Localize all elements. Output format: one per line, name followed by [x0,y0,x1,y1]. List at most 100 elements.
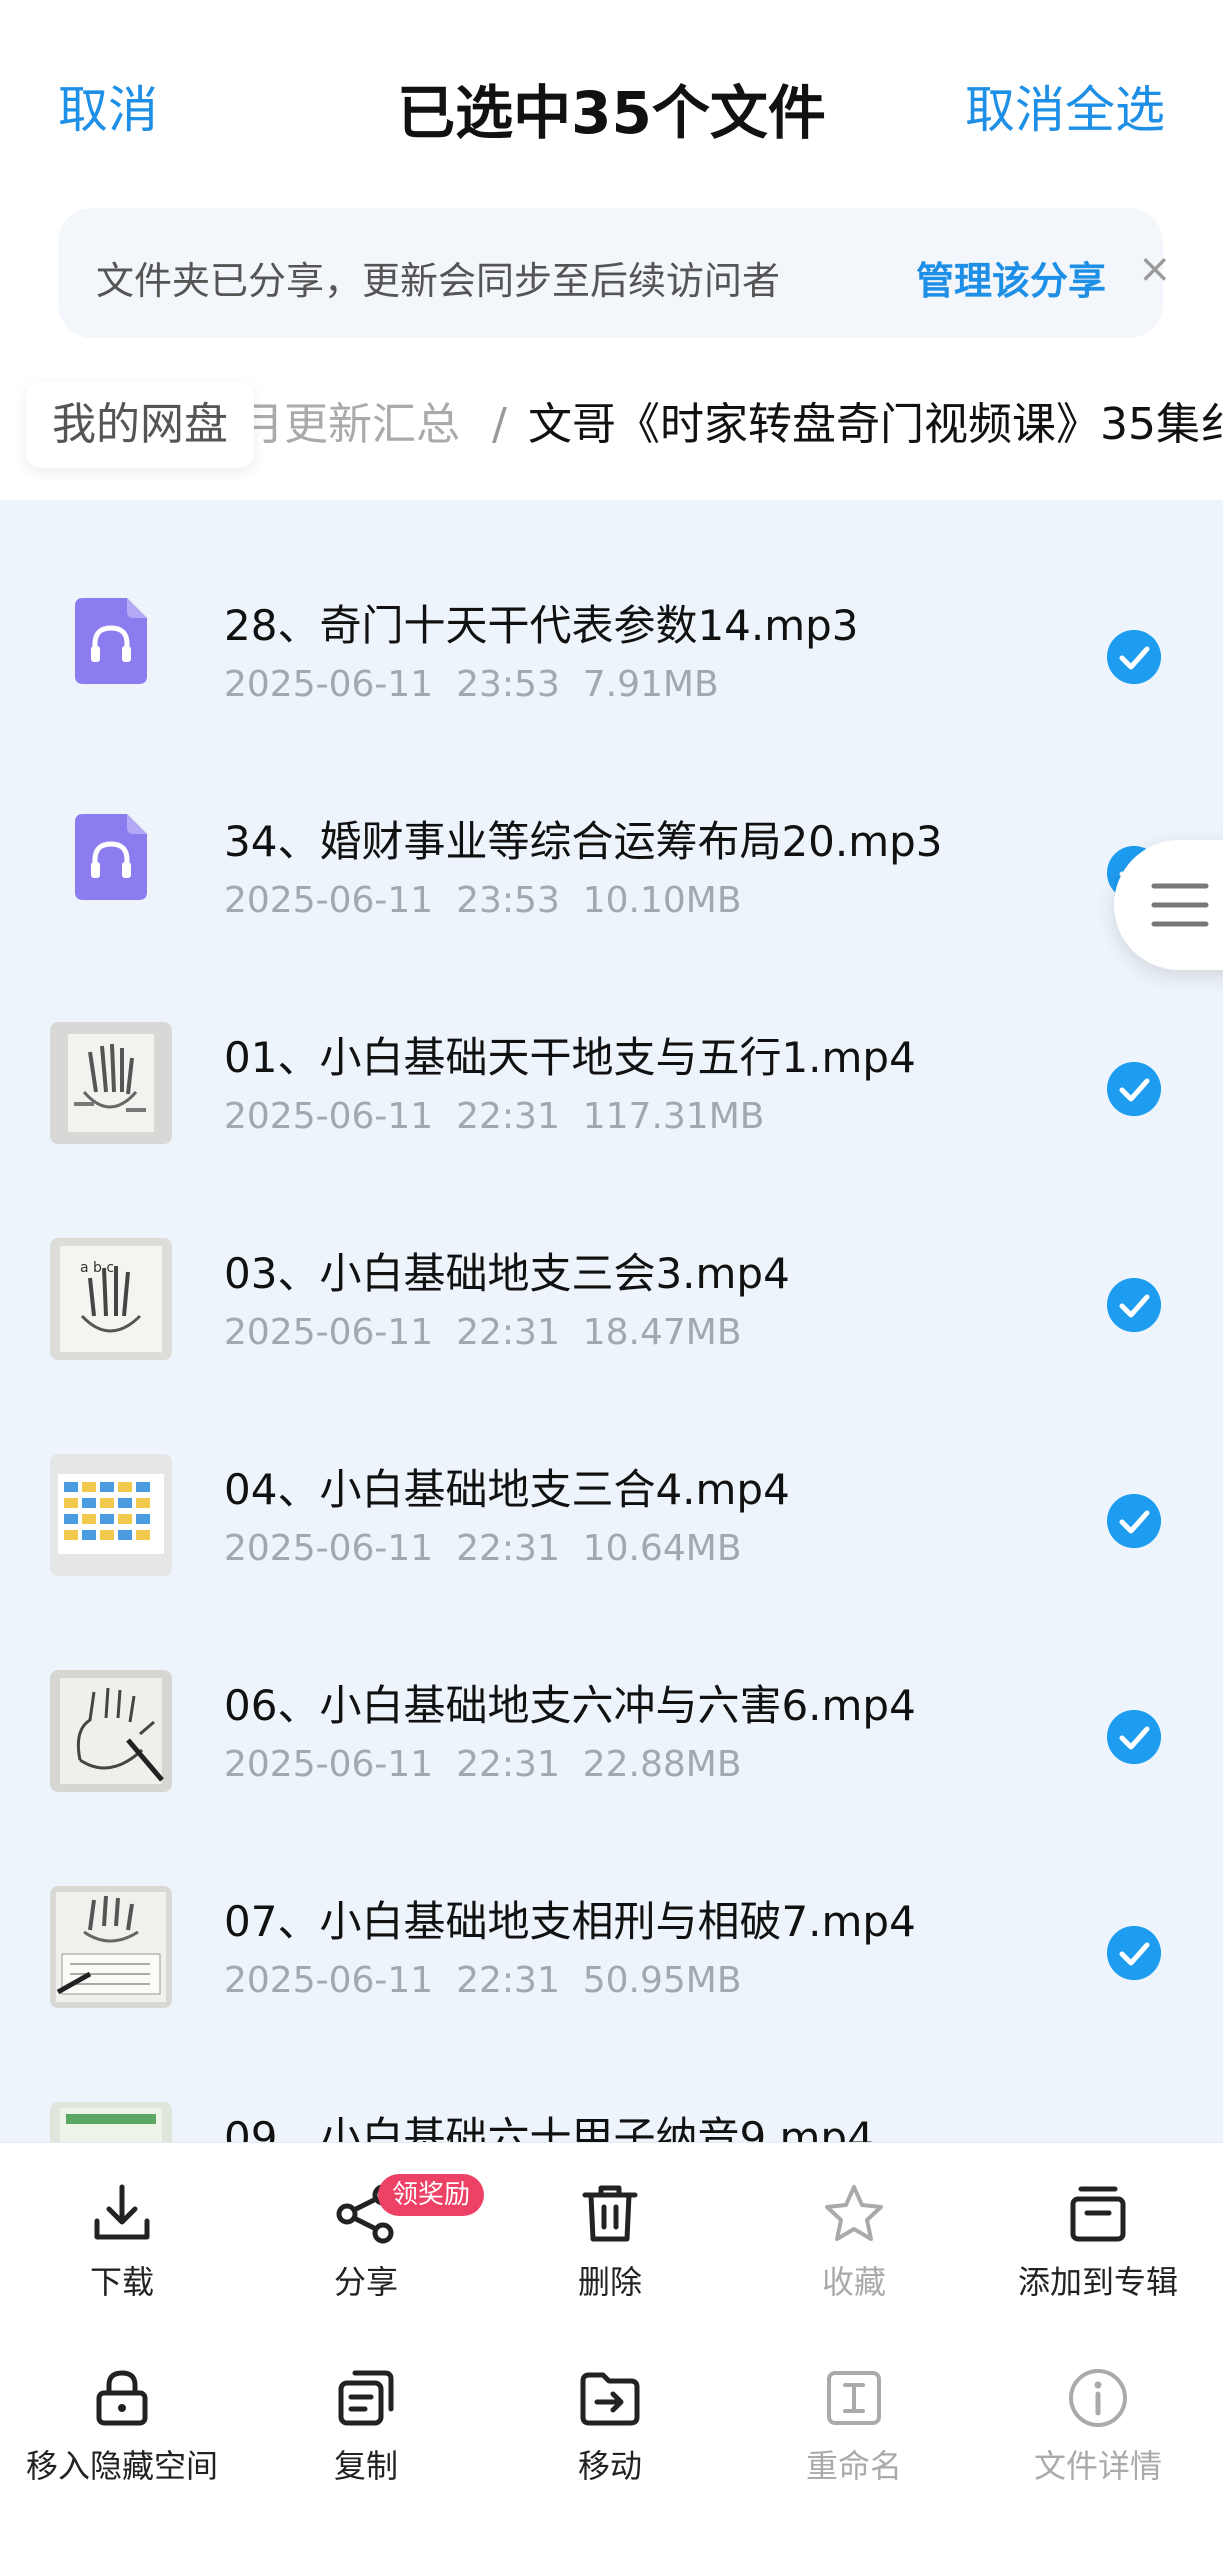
breadcrumb-separator: / [492,399,507,450]
breadcrumb-home[interactable]: 我的网盘 [26,382,254,468]
check-icon[interactable] [1107,1926,1161,1980]
breadcrumb-current: 文哥《时家转盘奇门视频课》35集纟 [528,399,1223,450]
rename-button[interactable]: 重命名 [732,2365,976,2487]
file-name: 09、小白基础六十甲子纳音9.mp4 [224,2113,874,2142]
file-time: 22:31 [456,1528,560,1569]
file-meta: 2025-06-11 23:53 7.91MB [224,664,719,705]
action-toolbar: 下载 分享 删除 收藏 添加到专辑 移入隐藏空间 复制 移动 重命名 文件详情 [0,2142,1223,2560]
file-details-button[interactable]: 文件详情 [976,2365,1220,2487]
copy-button[interactable]: 复制 [244,2365,488,2487]
video-thumbnail [50,1022,172,1144]
close-icon[interactable]: × [1138,246,1172,292]
share-label: 分享 [333,2263,398,2301]
file-time: 22:31 [456,1960,560,2001]
trash-icon [582,2185,638,2242]
favorite-label: 收藏 [821,2263,886,2301]
file-row[interactable]: a b c 03、小白基础地支三会3.mp4 2025-06-11 22:31 … [0,1168,1223,1384]
menu-icon [1151,883,1209,927]
move-button[interactable]: 移动 [488,2365,732,2487]
file-time: 22:31 [456,1312,560,1353]
download-icon [94,2184,150,2240]
breadcrumb-parent[interactable]: 月更新汇总 [240,382,460,468]
download-label: 下载 [89,2263,154,2301]
move-folder-icon [580,2372,640,2426]
file-row[interactable]: 09、小白基础六十甲子纳音9.mp4 [0,2032,1223,2142]
rename-icon [827,2371,881,2425]
svg-text:a b c: a b c [80,1260,114,1276]
move-to-hidden-label: 移入隐藏空间 [25,2447,218,2485]
favorite-button[interactable]: 收藏 [732,2181,976,2303]
info-icon [1069,2369,1127,2427]
file-size: 7.91MB [582,664,719,705]
check-icon[interactable] [1107,1062,1161,1116]
top-bar: 取消 已选中35个文件 取消全选 [0,0,1223,200]
share-notice-text: 文件夹已分享，更新会同步至后续访问者 [96,259,781,303]
audio-file-icon [75,814,147,900]
add-to-album-label: 添加到专辑 [1017,2263,1178,2301]
file-meta: 2025-06-11 22:31 117.31MB [224,1096,764,1137]
file-size: 10.10MB [582,880,742,921]
video-thumbnail [50,1454,172,1576]
file-meta: 2025-06-11 22:31 10.64MB [224,1528,742,1569]
file-row[interactable]: 04、小白基础地支三合4.mp4 2025-06-11 22:31 10.64M… [0,1384,1223,1600]
file-name: 06、小白基础地支六冲与六害6.mp4 [224,1681,916,1730]
file-meta: 2025-06-11 22:31 22.88MB [224,1744,742,1785]
file-size: 117.31MB [582,1096,765,1137]
file-time: 23:53 [456,664,560,705]
file-details-label: 文件详情 [1033,2447,1162,2485]
copy-label: 复制 [333,2447,398,2485]
file-name: 34、婚财事业等综合运筹布局20.mp3 [224,817,943,866]
file-name: 04、小白基础地支三合4.mp4 [224,1465,790,1514]
file-date: 2025-06-11 [224,1744,434,1785]
move-label: 移动 [577,2447,642,2485]
check-icon[interactable] [1107,1710,1161,1764]
file-date: 2025-06-11 [224,880,434,921]
file-time: 22:31 [456,1744,560,1785]
share-notice-banner: 文件夹已分享，更新会同步至后续访问者 管理该分享 × [58,208,1172,338]
album-icon [1070,2186,1126,2242]
file-list: 28、奇门十天干代表参数14.mp3 2025-06-11 23:53 7.91… [0,500,1223,2142]
move-to-hidden-button[interactable]: 移入隐藏空间 [0,2365,244,2487]
file-row[interactable]: 07、小白基础地支相刑与相破7.mp4 2025-06-11 22:31 50.… [0,1816,1223,2032]
check-icon[interactable] [1107,1494,1161,1548]
file-name: 28、奇门十天干代表参数14.mp3 [224,601,859,650]
file-time: 22:31 [456,1096,560,1137]
audio-file-icon [75,598,147,684]
check-icon[interactable] [1107,1278,1161,1332]
file-meta: 2025-06-11 23:53 10.10MB [224,880,742,921]
file-row[interactable]: 01、小白基础天干地支与五行1.mp4 2025-06-11 22:31 117… [0,952,1223,1168]
video-thumbnail [50,1670,172,1792]
file-time: 23:53 [456,880,560,921]
file-date: 2025-06-11 [224,1312,434,1353]
file-date: 2025-06-11 [224,1960,434,2001]
file-date: 2025-06-11 [224,1096,434,1137]
file-date: 2025-06-11 [224,664,434,705]
check-icon[interactable] [1107,630,1161,684]
file-name: 07、小白基础地支相刑与相破7.mp4 [224,1897,916,1946]
copy-icon [338,2370,394,2426]
manage-share-link[interactable]: 管理该分享 [916,250,1106,305]
file-size: 18.47MB [582,1312,742,1353]
file-name: 03、小白基础地支三会3.mp4 [224,1249,790,1298]
delete-button[interactable]: 删除 [488,2181,732,2303]
share-reward-badge: 领奖励 [378,2174,485,2216]
star-icon [825,2185,883,2241]
video-thumbnail [50,2102,172,2142]
file-row[interactable]: 34、婚财事业等综合运筹布局20.mp3 2025-06-11 23:53 10… [0,736,1223,952]
file-size: 10.64MB [582,1528,742,1569]
file-size: 50.95MB [582,1960,742,2001]
delete-label: 删除 [577,2263,642,2301]
file-meta: 2025-06-11 22:31 18.47MB [224,1312,742,1353]
download-button[interactable]: 下载 [0,2181,244,2303]
add-to-album-button[interactable]: 添加到专辑 [976,2181,1220,2303]
file-size: 22.88MB [582,1744,742,1785]
file-meta: 2025-06-11 22:31 50.95MB [224,1960,742,2001]
file-row[interactable]: 06、小白基础地支六冲与六害6.mp4 2025-06-11 22:31 22.… [0,1600,1223,1816]
lock-icon [96,2370,148,2426]
file-row[interactable]: 28、奇门十天干代表参数14.mp3 2025-06-11 23:53 7.91… [0,520,1223,736]
video-thumbnail: a b c [50,1238,172,1360]
deselect-all-button[interactable]: 取消全选 [965,70,1165,142]
rename-label: 重命名 [805,2447,902,2485]
breadcrumb: 月更新汇总 我的网盘 / 文哥《时家转盘奇门视频课》35集纟 [0,372,1223,482]
file-name: 01、小白基础天干地支与五行1.mp4 [224,1033,916,1082]
